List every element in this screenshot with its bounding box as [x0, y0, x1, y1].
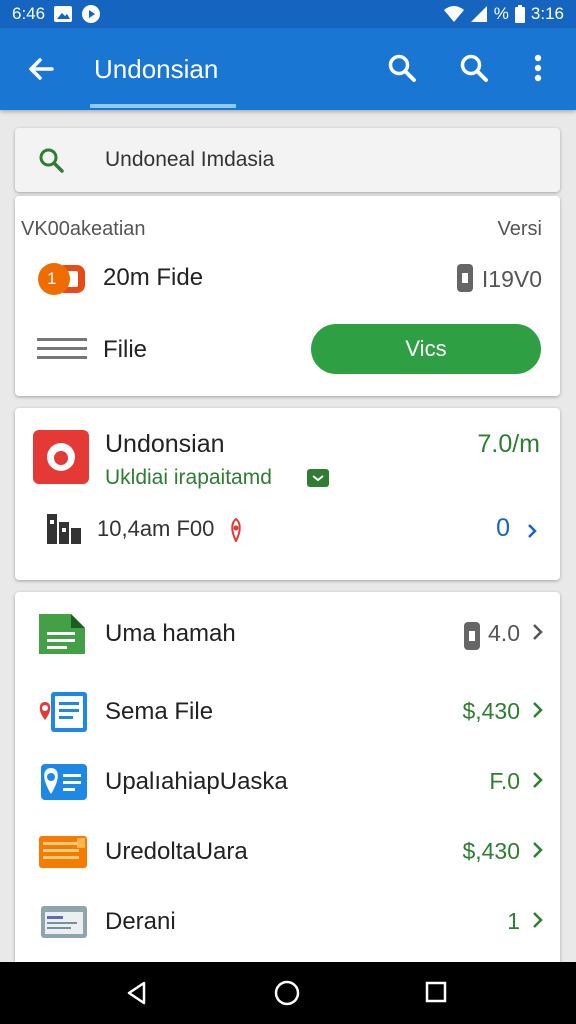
list-item-label: Uma hamah: [105, 620, 236, 647]
list-item-value: F.0: [489, 768, 520, 794]
filie-label: Filie: [103, 336, 148, 363]
phone-icon: [464, 622, 480, 650]
list-item-value: 1: [507, 908, 520, 934]
details-card: VK00akeatian Versi 1 20m Fide I19V0 Fili…: [15, 196, 560, 396]
file-badge-icon: 1: [37, 262, 87, 296]
summary-subtitle: Ukldiai irapaitamd: [105, 466, 272, 489]
back-arrow-icon[interactable]: [24, 52, 58, 86]
search-icon[interactable]: [458, 52, 490, 84]
list-item[interactable]: Uma hamah 4.0: [15, 598, 560, 668]
signal-icon: [470, 6, 487, 22]
summary-card[interactable]: Undonsian 7.0/m Ukldiai irapaitamd 10,4a…: [15, 408, 560, 580]
status-time-right: 3:16: [530, 4, 564, 23]
list-item[interactable]: Sema File $,430: [15, 676, 560, 746]
status-percent: %: [493, 4, 509, 23]
search-text: Undoneal Imdasia: [105, 148, 275, 171]
calendar-card-icon: [41, 906, 87, 938]
file-badge-count: 1: [47, 269, 57, 288]
list-item-label: Sema File: [105, 698, 214, 725]
play-icon: [82, 5, 101, 23]
app-title: Undonsian: [94, 54, 219, 84]
battery-icon: [514, 5, 525, 23]
list-item[interactable]: UpalıahiapUaska F.0: [15, 746, 560, 816]
orange-card-icon: [39, 836, 87, 868]
summary-row-label: 10,4am F00: [97, 516, 215, 541]
summary-row-value: 0: [496, 514, 510, 542]
phone-icon: [457, 264, 473, 292]
search-field[interactable]: Undoneal Imdasia: [15, 128, 560, 192]
list-item-value: $,430: [462, 838, 520, 864]
status-right: % 3:16: [443, 4, 564, 24]
nav-back-icon[interactable]: [124, 980, 150, 1006]
status-left: 6:46: [12, 4, 101, 24]
summary-title: Undonsian: [105, 430, 225, 458]
green-tag-icon: [307, 469, 329, 487]
document-location-icon: [39, 692, 87, 732]
chevron-right-icon[interactable]: [526, 522, 538, 540]
chevron-right-icon: [533, 912, 543, 928]
system-nav-bar: [0, 962, 576, 1024]
chevron-right-icon: [533, 702, 543, 718]
alert-pin-icon: [231, 518, 241, 542]
file-list-card: Uma hamah 4.0 Sema File $,430 Upalıahiap…: [15, 592, 560, 972]
card-header-left: VK00akeatian: [21, 218, 146, 240]
vics-button[interactable]: Vics: [311, 324, 541, 374]
chevron-right-icon: [533, 842, 543, 858]
list-item-value: $,430: [462, 698, 520, 724]
list-item-value: 4.0: [488, 620, 520, 646]
status-bar: 6:46 % 3:16: [0, 0, 576, 28]
file-row-value: I19V0: [481, 266, 542, 292]
list-item-label: Derani: [105, 908, 176, 935]
building-icon: [47, 514, 81, 544]
app-logo-icon: [33, 430, 89, 484]
file-row-label: 20m Fide: [103, 264, 204, 291]
list-item[interactable]: Derani 1: [15, 886, 560, 956]
chevron-right-icon: [533, 624, 543, 640]
document-green-icon: [39, 614, 85, 654]
app-bar: Undonsian: [0, 28, 576, 110]
nav-recents-icon[interactable]: [424, 980, 448, 1004]
search-icon[interactable]: [386, 52, 418, 84]
status-time-left: 6:46: [12, 4, 46, 23]
nav-home-icon[interactable]: [273, 979, 301, 1007]
summary-value: 7.0/m: [477, 430, 540, 458]
list-item-label: UpalıahiapUaska: [105, 768, 288, 795]
more-vert-icon[interactable]: [522, 52, 554, 84]
search-icon: [39, 148, 64, 173]
chevron-right-icon: [533, 772, 543, 788]
list-item-label: UredoltaUara: [105, 838, 248, 865]
location-card-icon: [41, 764, 87, 800]
wifi-icon: [443, 6, 464, 22]
image-icon: [54, 6, 73, 22]
list-item[interactable]: UredoltaUara $,430: [15, 816, 560, 886]
menu-lines-icon: [37, 338, 87, 359]
card-header-right: Versi: [497, 218, 542, 240]
tab-indicator: [90, 104, 236, 108]
